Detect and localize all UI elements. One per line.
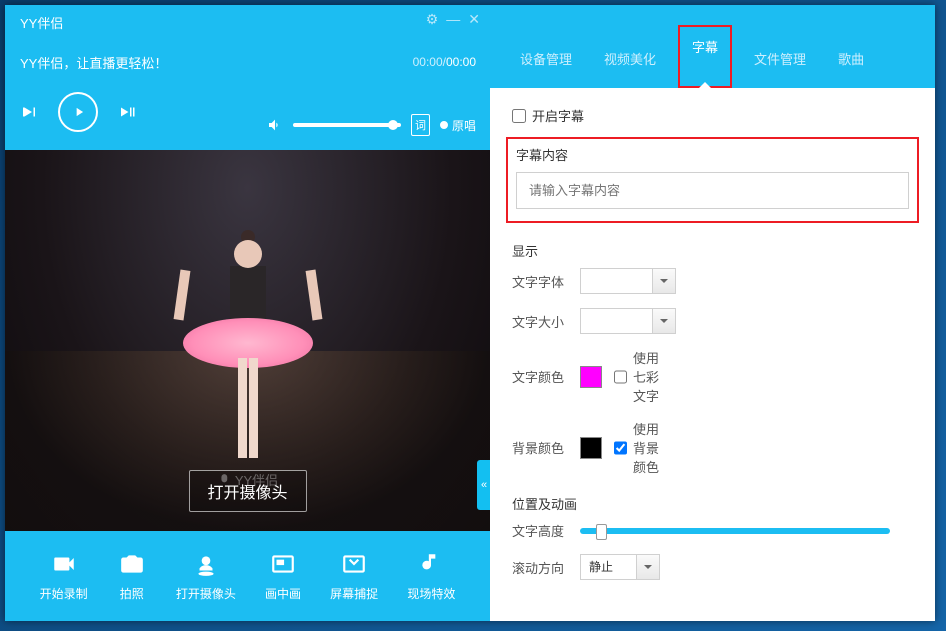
tab-subtitle[interactable]: 字幕: [678, 25, 732, 88]
rainbow-text-checkbox[interactable]: 使用七彩文字: [614, 348, 670, 405]
text-height-slider[interactable]: [580, 528, 890, 534]
close-icon[interactable]: ✕: [468, 11, 480, 28]
original-vocal-toggle[interactable]: 原唱: [440, 117, 476, 134]
enable-subtitle-checkbox[interactable]: 开启字幕: [512, 106, 913, 125]
scroll-direction-select[interactable]: 静止: [580, 554, 660, 580]
minimize-icon[interactable]: —: [446, 11, 460, 28]
tab-beautify[interactable]: 视频美化: [594, 35, 666, 88]
play-button[interactable]: [58, 92, 98, 132]
subtitle-input[interactable]: [516, 172, 909, 209]
tab-songs[interactable]: 歌曲: [828, 35, 874, 88]
use-bgcolor-checkbox[interactable]: 使用背景颜色: [614, 419, 670, 476]
text-color-swatch[interactable]: [580, 366, 602, 388]
watermark: YY伴侣: [217, 470, 278, 489]
right-tabs: 设备管理 视频美化 字幕 文件管理 歌曲: [490, 5, 935, 88]
tab-files[interactable]: 文件管理: [744, 35, 816, 88]
font-select[interactable]: [580, 268, 676, 294]
bg-color-swatch[interactable]: [580, 437, 602, 459]
textcolor-label: 文字颜色: [512, 367, 568, 386]
video-preview: 打开摄像头 YY伴侣 «: [5, 150, 490, 531]
display-section-title: 显示: [512, 241, 913, 260]
next-track-button[interactable]: [118, 103, 136, 121]
app-subtitle: YY伴侣，让直播更轻松！: [20, 53, 475, 72]
tab-device[interactable]: 设备管理: [510, 35, 582, 88]
settings-icon[interactable]: ⚙: [426, 11, 439, 28]
prev-track-button[interactable]: [20, 103, 38, 121]
start-record-button[interactable]: 开始录制: [40, 551, 88, 602]
scroll-label: 滚动方向: [512, 558, 568, 577]
pip-button[interactable]: 画中画: [265, 551, 301, 602]
height-label: 文字高度: [512, 521, 568, 540]
playback-time: 00:00/00:00: [413, 55, 476, 69]
size-select[interactable]: [580, 308, 676, 334]
position-section-title: 位置及动画: [512, 494, 913, 513]
lyric-button[interactable]: 词: [411, 114, 430, 136]
screen-capture-button[interactable]: 屏幕捕捉: [330, 551, 378, 602]
subtitle-content-title: 字幕内容: [516, 145, 909, 164]
volume-icon[interactable]: [267, 117, 283, 133]
live-fx-button[interactable]: 现场特效: [407, 551, 455, 602]
bgcolor-label: 背景颜色: [512, 438, 568, 457]
font-label: 文字字体: [512, 272, 568, 291]
collapse-panel-button[interactable]: «: [477, 460, 490, 510]
app-title: YY伴侣: [20, 13, 475, 35]
photo-button[interactable]: 拍照: [117, 551, 147, 602]
open-camera-toolbar-button[interactable]: 打开摄像头: [176, 551, 236, 602]
volume-slider[interactable]: [293, 123, 401, 127]
size-label: 文字大小: [512, 312, 568, 331]
